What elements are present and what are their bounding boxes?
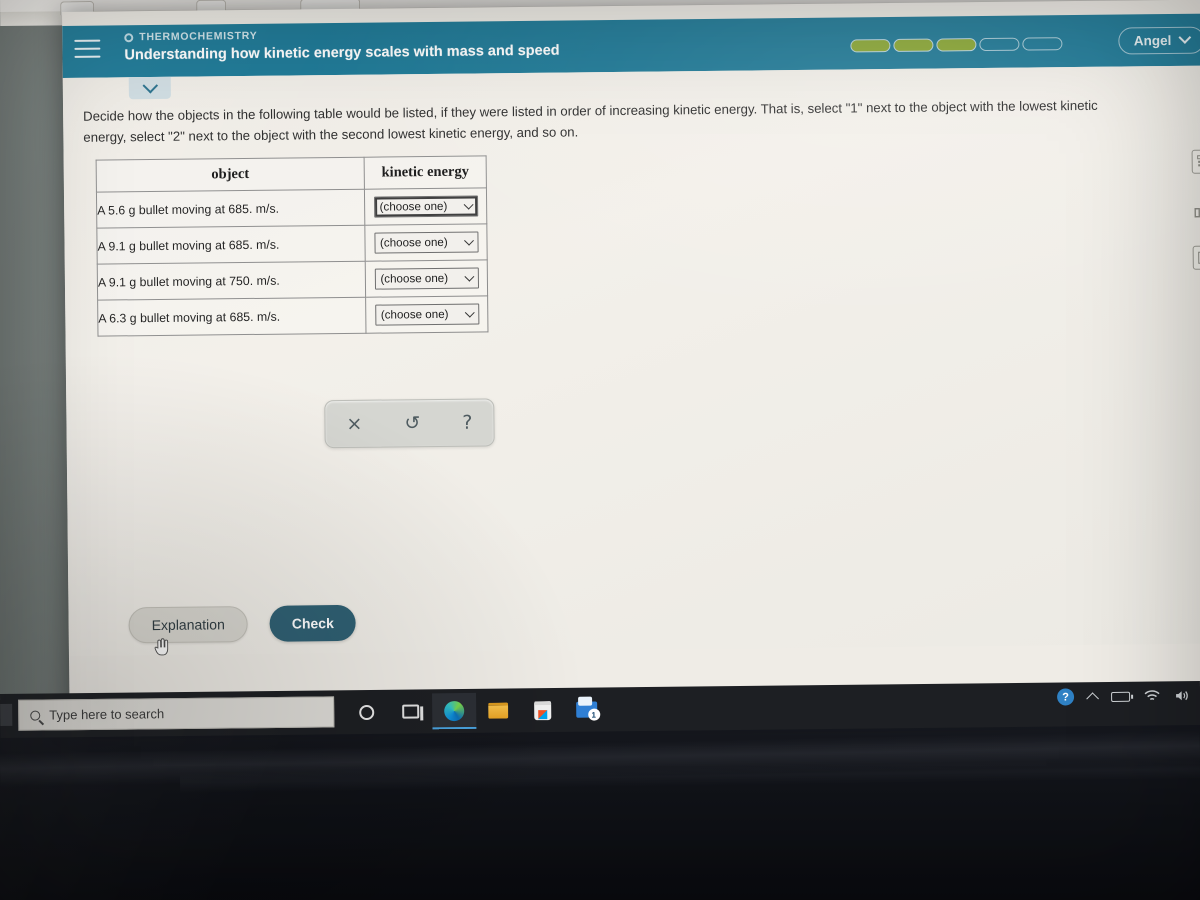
answer-toolbar: × ↺ ? (324, 398, 495, 449)
clear-icon[interactable]: × (346, 412, 362, 434)
progress-pill (1022, 37, 1063, 51)
chevron-up-icon (1086, 691, 1099, 705)
table-row: A 6.3 g bullet moving at 685. m/s. (choo… (97, 295, 488, 337)
rank-select-1[interactable]: (choose one) (373, 195, 478, 218)
rank-select-4[interactable]: (choose one) (374, 303, 479, 326)
collapse-panel-button[interactable] (128, 76, 171, 100)
object-cell: A 9.1 g bullet moving at 685. m/s. (96, 225, 366, 265)
question-prompt: Decide how the objects in the following … (83, 97, 1098, 146)
periodic-table-icon[interactable]: A (1192, 245, 1200, 270)
system-tray: ? (1057, 687, 1190, 706)
start-button[interactable] (0, 703, 13, 726)
chevron-down-icon (463, 199, 474, 210)
cortana-icon (358, 704, 374, 720)
selection-cell: (choose one) (365, 259, 488, 298)
photographed-laptop-screen: THERMOCHEMISTRY Understanding how kineti… (0, 0, 1200, 900)
rank-select-value: (choose one) (379, 235, 448, 250)
progress-pill (893, 38, 934, 53)
page-title: Understanding how kinetic energy scales … (124, 42, 560, 64)
mail-icon: 1 (575, 701, 600, 721)
screen-content: THERMOCHEMISTRY Understanding how kineti… (62, 0, 1200, 724)
object-cell: A 6.3 g bullet moving at 685. m/s. (97, 297, 366, 337)
hamburger-icon[interactable] (74, 39, 101, 60)
search-placeholder: Type here to search (49, 706, 165, 723)
calculator-icon[interactable] (1191, 149, 1200, 174)
check-button[interactable]: Check (269, 604, 357, 642)
column-header-object: object (96, 157, 365, 193)
chevron-down-icon (142, 77, 158, 94)
rank-select-value: (choose one) (380, 271, 449, 286)
battery-icon[interactable] (1111, 691, 1131, 702)
show-hidden-icons-chevron[interactable] (1086, 691, 1099, 705)
rank-select-value: (choose one) (380, 307, 449, 322)
taskbar-item-microsoft-store[interactable] (520, 692, 564, 728)
taskbar-item-mail[interactable]: 1 (564, 691, 608, 727)
progress-pill (850, 39, 891, 53)
taskbar-items: 1 (344, 691, 608, 730)
wifi-glyph (1144, 690, 1160, 701)
progress-pill (979, 37, 1020, 52)
explanation-button[interactable]: Explanation (128, 606, 249, 644)
taskbar-item-file-explorer[interactable] (476, 692, 520, 728)
help-icon[interactable]: ? (462, 411, 472, 433)
wifi-icon[interactable] (1144, 689, 1160, 702)
object-cell: A 9.1 g bullet moving at 750. m/s. (97, 261, 366, 301)
chevron-down-icon (463, 271, 474, 282)
tool-rail: A (1191, 149, 1200, 270)
search-input[interactable]: Type here to search (18, 696, 335, 731)
volume-glyph (1176, 691, 1188, 701)
battery-glyph (1111, 691, 1131, 702)
object-cell: A 5.6 g bullet moving at 685. m/s. (96, 189, 365, 229)
question-body: Decide how the objects in the following … (62, 65, 1200, 724)
topic-label: THERMOCHEMISTRY (139, 29, 258, 44)
microsoft-store-icon (533, 700, 551, 720)
progress-pills (850, 37, 1063, 53)
user-menu-button[interactable]: Angel (1118, 26, 1200, 55)
taskbar-item-edge[interactable] (432, 692, 477, 730)
table-row: A 9.1 g bullet moving at 750. m/s. (choo… (97, 259, 488, 301)
lesson-heading: THERMOCHEMISTRY Understanding how kineti… (124, 27, 560, 64)
taskbar-item-task-view[interactable] (388, 693, 432, 729)
mail-badge: 1 (587, 708, 600, 721)
table-row: A 9.1 g bullet moving at 685. m/s. (choo… (96, 223, 488, 265)
volume-icon[interactable] (1174, 689, 1190, 702)
help-icon[interactable]: ? (1057, 688, 1075, 706)
edge-icon (444, 700, 465, 722)
chevron-down-icon (463, 235, 474, 246)
calculator-glyph (1197, 155, 1200, 167)
chevron-down-icon (464, 307, 475, 318)
action-buttons: Explanation Check (128, 604, 357, 644)
ranking-table: object kinetic energy A 5.6 g bullet mov… (95, 155, 489, 337)
task-view-icon (401, 704, 419, 719)
selection-cell: (choose one) (364, 187, 487, 226)
column-header-kinetic-energy: kinetic energy (364, 155, 487, 190)
undo-icon[interactable]: ↺ (404, 412, 420, 434)
topic-dot-icon (124, 32, 134, 42)
progress-pill (936, 38, 977, 52)
help-glyph: ? (1057, 688, 1075, 706)
table-header-row: object kinetic energy (96, 155, 487, 193)
selection-cell: (choose one) (365, 295, 488, 334)
rank-select-2[interactable]: (choose one) (373, 231, 479, 254)
taskbar-item-cortana[interactable] (344, 694, 388, 730)
chevron-down-icon (1178, 31, 1192, 44)
bar-chart-glyph (1194, 207, 1200, 218)
user-name-label: Angel (1133, 32, 1172, 49)
search-icon (30, 710, 41, 721)
bar-chart-icon[interactable] (1192, 198, 1200, 222)
rank-select-value: (choose one) (379, 199, 448, 214)
table-row: A 5.6 g bullet moving at 685. m/s. (choo… (96, 187, 487, 229)
file-explorer-icon (488, 702, 509, 719)
rank-select-3[interactable]: (choose one) (374, 267, 479, 290)
selection-cell: (choose one) (364, 223, 488, 262)
